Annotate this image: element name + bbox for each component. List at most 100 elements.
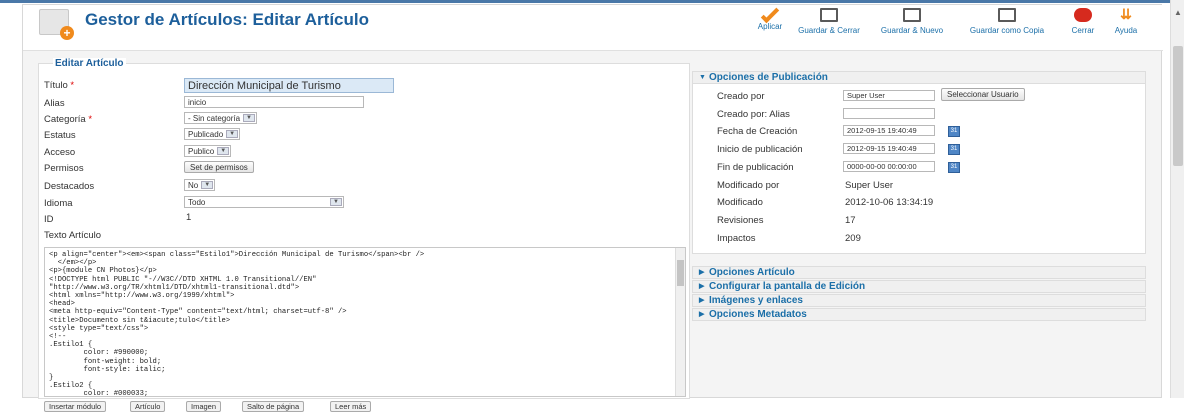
modificado-por-label: Modificado por — [717, 180, 780, 191]
panel-metadata-title: Opciones Metadatos — [709, 309, 807, 320]
titulo-input[interactable]: Dirección Municipal de Turismo — [184, 78, 394, 93]
page-scrollbar[interactable]: ▲ — [1170, 0, 1184, 398]
save-new-button[interactable]: Guardar & Nuevo — [876, 8, 948, 42]
publication-options-header[interactable]: ▼ Opciones de Publicación — [692, 71, 1146, 84]
edit-article-fieldset: Editar Artículo Título * Dirección Munic… — [38, 58, 690, 412]
close-label: Cerrar — [1071, 26, 1095, 35]
panel-edit-screen[interactable]: ▶ Configurar la pantalla de Edición — [692, 280, 1146, 293]
categoria-label: Categoría * — [44, 114, 92, 125]
calendar-icon[interactable]: 31 — [948, 126, 960, 137]
acceso-select[interactable]: Publico ▼ — [184, 145, 232, 157]
close-icon — [1074, 8, 1092, 22]
required-mark: * — [88, 114, 93, 125]
destacados-value: No — [188, 181, 199, 190]
estatus-value: Publicado — [188, 130, 224, 139]
required-mark: * — [70, 80, 75, 91]
apply-button[interactable]: Aplicar — [750, 4, 790, 42]
revisiones-label: Revisiones — [717, 215, 764, 226]
chevron-down-icon: ▼ — [201, 181, 214, 189]
scroll-up-icon[interactable]: ▲ — [1174, 8, 1182, 17]
inicio-input[interactable]: 2012-09-15 19:40:49 — [843, 143, 935, 154]
article-add-icon: + — [39, 9, 74, 40]
row-estatus: Estatus Publicado ▼ — [44, 128, 684, 144]
article-text-editor[interactable]: <p align="center"><em><span class="Estil… — [44, 247, 686, 397]
read-more-button[interactable]: Leer más — [330, 401, 372, 412]
idioma-select[interactable]: Todo ▼ — [184, 196, 344, 208]
row-permisos: Permisos Set de permisos — [44, 161, 684, 177]
top-border — [0, 0, 1184, 3]
editor-content[interactable]: <p align="center"><em><span class="Estil… — [45, 248, 685, 396]
creado-por-label: Creado por — [717, 91, 765, 102]
idioma-label: Idioma — [44, 198, 73, 209]
chevron-down-icon: ▼ — [243, 114, 256, 122]
set-permissions-button[interactable]: Set de permisos — [184, 161, 254, 173]
panel-metadata[interactable]: ▶ Opciones Metadatos — [692, 308, 1146, 321]
publication-options-title: Opciones de Publicación — [709, 72, 828, 83]
categoria-select[interactable]: - Sin categoría ▼ — [184, 112, 258, 124]
calendar-icon[interactable]: 31 — [948, 162, 960, 173]
fin-input[interactable]: 0000-00-00 00:00:00 — [843, 161, 935, 172]
alias-input[interactable]: inicio — [184, 96, 364, 108]
calendar-icon[interactable]: 31 — [948, 144, 960, 155]
row-id: ID 1 — [44, 212, 684, 228]
article-button[interactable]: Artículo — [130, 401, 166, 412]
creado-por-input[interactable]: Super User — [843, 90, 935, 101]
row-creado-por: Creado por Super User Seleccionar Usuari… — [717, 88, 1137, 104]
row-fin: Fin de publicación 0000-00-00 00:00:00 3… — [717, 161, 1137, 175]
page-break-button[interactable]: Salto de página — [242, 401, 305, 412]
panel-edit-screen-title: Configurar la pantalla de Edición — [709, 281, 866, 292]
creado-alias-input[interactable] — [843, 108, 935, 119]
save-close-icon — [820, 8, 838, 22]
row-texto: Texto Artículo — [44, 228, 684, 244]
fecha-creacion-label: Fecha de Creación — [717, 126, 798, 137]
panel-article-options[interactable]: ▶ Opciones Artículo — [692, 266, 1146, 279]
page-scroll-thumb[interactable] — [1173, 46, 1183, 166]
save-copy-label: Guardar como Copia — [969, 26, 1045, 35]
toolbar: + Gestor de Artículos: Editar Artículo A… — [23, 4, 1163, 51]
fecha-creacion-input[interactable]: 2012-09-15 19:40:49 — [843, 125, 935, 136]
row-inicio: Inicio de publicación 2012-09-15 19:40:4… — [717, 143, 1137, 157]
chevron-down-icon: ▼ — [330, 198, 342, 206]
acceso-value: Publico — [188, 147, 215, 156]
row-alias: Alias inicio — [44, 96, 684, 112]
impactos-label: Impactos — [717, 233, 756, 244]
categoria-value: - Sin categoría — [188, 114, 241, 123]
destacados-select[interactable]: No ▼ — [184, 179, 216, 191]
apply-check-icon — [760, 4, 780, 24]
editor-scroll-thumb[interactable] — [677, 260, 684, 286]
save-copy-icon — [998, 8, 1016, 22]
row-modificado-por: Modificado por Super User — [717, 179, 1137, 193]
options-column: ▼ Opciones de Publicación Creado por Supe… — [692, 71, 1146, 322]
row-titulo: Título * Dirección Municipal de Turismo — [44, 78, 684, 94]
revisiones-value: 17 — [845, 215, 856, 226]
panel-images-links[interactable]: ▶ Imágenes y enlaces — [692, 294, 1146, 307]
save-close-label: Guardar & Cerrar — [798, 26, 860, 35]
insert-module-button[interactable]: Insertar módulo — [44, 401, 107, 412]
triangle-right-icon: ▶ — [699, 297, 705, 304]
creado-alias-label: Creado por: Alias — [717, 109, 790, 120]
save-copy-button[interactable]: Guardar como Copia — [963, 8, 1051, 42]
row-destacados: Destacados No ▼ — [44, 179, 684, 195]
titulo-label: Título * — [44, 80, 74, 91]
texto-label: Texto Artículo — [44, 230, 102, 241]
modificado-value: 2012-10-06 13:34:19 — [845, 197, 934, 208]
row-categoria: Categoría * - Sin categoría ▼ — [44, 112, 684, 128]
row-creado-alias: Creado por: Alias — [717, 108, 1137, 122]
editor-scrollbar[interactable] — [675, 248, 685, 396]
page: + Gestor de Artículos: Editar Artículo A… — [22, 4, 1163, 412]
save-close-button[interactable]: Guardar & Cerrar — [793, 8, 865, 42]
chevron-down-icon: ▼ — [226, 130, 239, 138]
modificado-por-value: Super User — [845, 180, 894, 191]
help-button[interactable]: ⇊ Ayuda — [1109, 7, 1143, 42]
page-title: Gestor de Artículos: Editar Artículo — [85, 10, 370, 29]
image-button[interactable]: Imagen — [186, 401, 222, 412]
select-user-button[interactable]: Seleccionar Usuario — [941, 88, 1025, 101]
estatus-select[interactable]: Publicado ▼ — [184, 128, 241, 140]
estatus-label: Estatus — [44, 130, 76, 141]
triangle-right-icon: ▶ — [699, 269, 705, 276]
id-value: 1 — [186, 212, 192, 223]
triangle-down-icon: ▼ — [699, 74, 706, 81]
close-button[interactable]: Cerrar — [1065, 8, 1101, 42]
panel-images-links-title: Imágenes y enlaces — [709, 295, 803, 306]
